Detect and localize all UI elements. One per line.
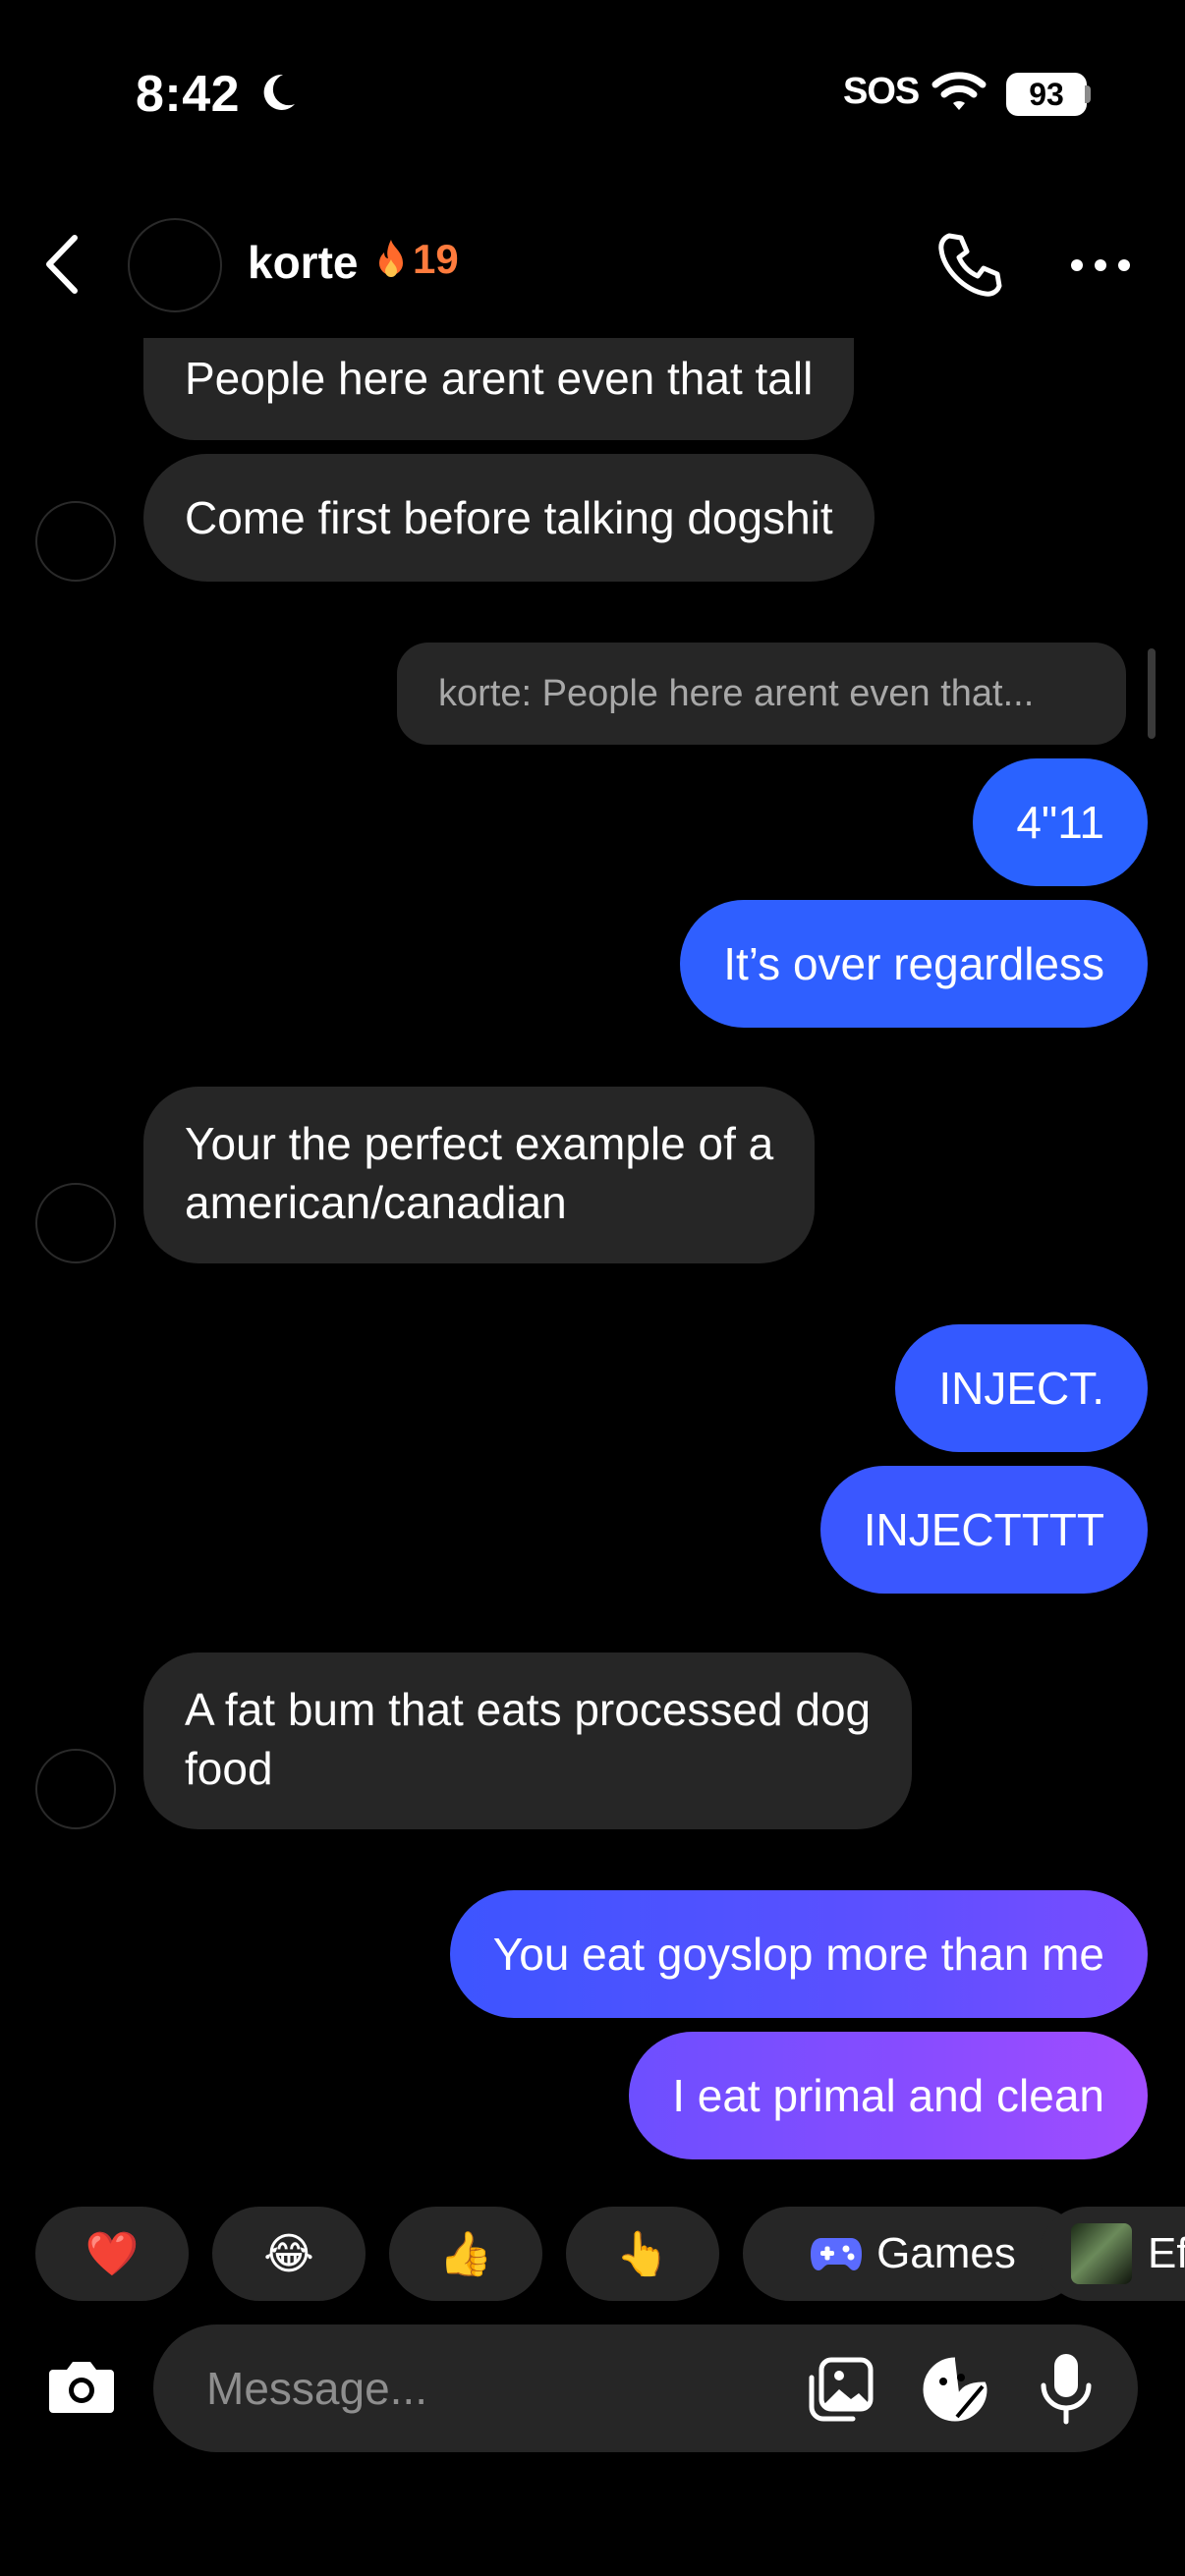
- microphone-icon[interactable]: [1040, 2352, 1093, 2425]
- games-label: Games: [876, 2229, 1016, 2277]
- streak-badge: 19: [373, 236, 459, 283]
- message-input[interactable]: Message...: [206, 2362, 427, 2415]
- message-line: food: [185, 1743, 273, 1794]
- message-bubble-incoming[interactable]: A fat bum that eats processed dog food: [143, 1652, 913, 1829]
- reaction-thumbs-up-button[interactable]: 👍: [389, 2207, 542, 2301]
- sender-avatar: [35, 1749, 116, 1829]
- phone-call-icon[interactable]: [935, 230, 1004, 299]
- message-bubble-outgoing[interactable]: It’s over regardless: [680, 900, 1148, 1028]
- message-bubble-outgoing[interactable]: 4"11: [973, 758, 1148, 886]
- message-line: american/canadian: [185, 1177, 567, 1228]
- laughing-emoji: 😂: [263, 2229, 314, 2278]
- reaction-laugh-button[interactable]: 😂: [212, 2207, 366, 2301]
- sender-avatar: [35, 1183, 116, 1263]
- sticker-icon[interactable]: [922, 2356, 988, 2423]
- message-bubble-incoming[interactable]: Come first before talking dogshit: [143, 454, 875, 582]
- reply-preview[interactable]: korte: People here arent even that...: [397, 643, 1126, 745]
- flame-icon: [379, 240, 403, 277]
- battery-cap: [1085, 85, 1091, 103]
- more-options-icon[interactable]: [1069, 257, 1132, 273]
- effects-label: Ef: [1148, 2229, 1185, 2277]
- sos-indicator: SOS: [843, 71, 920, 112]
- streak-count: 19: [413, 236, 459, 282]
- message-bubble-outgoing[interactable]: INJECT.: [895, 1324, 1148, 1452]
- message-bubble-incoming[interactable]: People here arent even that tall: [143, 338, 855, 440]
- moon-icon: [263, 74, 295, 110]
- heart-emoji: ❤️: [85, 2230, 140, 2278]
- message-bubble-outgoing[interactable]: You eat goyslop more than me: [449, 1890, 1148, 2018]
- message-line: Your the perfect example of a: [185, 1118, 774, 1169]
- battery-level: 93: [1006, 73, 1087, 116]
- effects-button[interactable]: Ef: [1040, 2207, 1185, 2301]
- gamepad-icon: [811, 2238, 863, 2270]
- message-bubble-outgoing[interactable]: I eat primal and clean: [629, 2032, 1148, 2159]
- camera-icon[interactable]: [45, 2356, 118, 2417]
- message-line: A fat bum that eats processed dog: [185, 1684, 872, 1735]
- status-time: 8:42: [136, 66, 241, 123]
- reply-indicator-bar: [1148, 648, 1156, 739]
- wifi-icon: [931, 72, 987, 110]
- gallery-icon[interactable]: [808, 2356, 876, 2423]
- games-button[interactable]: Games: [743, 2207, 1083, 2301]
- back-arrow-icon[interactable]: [39, 232, 88, 297]
- message-bubble-incoming[interactable]: Your the perfect example of a american/c…: [143, 1087, 816, 1263]
- sender-avatar: [35, 501, 116, 582]
- reaction-heart-button[interactable]: ❤️: [35, 2207, 189, 2301]
- message-bubble-outgoing[interactable]: INJECTTTT: [819, 1466, 1148, 1594]
- reaction-point-button[interactable]: 👆: [566, 2207, 719, 2301]
- thumbs-up-emoji: 👍: [438, 2230, 493, 2278]
- effects-thumbnail: [1071, 2223, 1132, 2284]
- contact-name[interactable]: korte: [248, 236, 358, 289]
- pointing-hand-emoji: 👆: [615, 2230, 670, 2278]
- contact-avatar[interactable]: [128, 218, 222, 312]
